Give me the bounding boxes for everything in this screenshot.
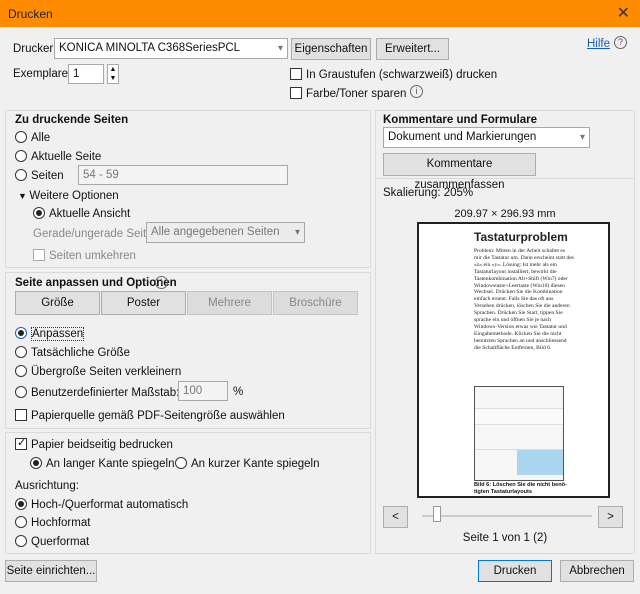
radio-landscape[interactable]: Querformat (15, 535, 89, 548)
landscape-label: Querformat (31, 536, 90, 548)
odd-even-value: Alle angegebenen Seiten (151, 226, 280, 238)
advanced-button[interactable]: Erweitert... (376, 38, 449, 60)
radio-pages-label: Seiten (31, 170, 64, 182)
title-bar (0, 0, 640, 27)
custom-scale-input[interactable]: 100 (178, 381, 228, 401)
more-options-label: Weitere Optionen (29, 190, 119, 202)
grayscale-option[interactable]: In Graustufen (schwarzweiß) drucken (290, 68, 497, 81)
reverse-pages-option[interactable]: Seiten umkehren (33, 249, 136, 262)
duplex-label: Papier beidseitig bedrucken (31, 439, 173, 451)
page-info: Seite 1 von 1 (2) (462, 532, 548, 544)
info-icon[interactable]: i (410, 85, 423, 98)
page-dimensions: 209.97 × 296.93 mm (454, 208, 556, 220)
page-setup-button[interactable]: Seite einrichten... (5, 560, 97, 582)
odd-even-select[interactable]: Alle angegebenen Seiten ▾ (146, 222, 305, 243)
comments-value: Dokument und Markierungen (388, 131, 537, 143)
save-toner-option[interactable]: Farbe/Toner sparen (290, 87, 406, 100)
radio-all-label: Alle (31, 132, 51, 144)
current-view-label: Aktuelle Ansicht (49, 208, 131, 220)
save-toner-checkbox[interactable] (290, 87, 302, 99)
chevron-down-icon: ▾ (277, 43, 283, 54)
fit-heading: Seite anpassen und Optionen (15, 277, 177, 289)
radio-actual-size[interactable]: Tatsächliche Größe (15, 346, 130, 359)
percent-label: % (233, 386, 244, 398)
radio-fit-label: Anpassen (31, 327, 85, 341)
size-button[interactable]: Größe (15, 291, 100, 315)
save-toner-label: Farbe/Toner sparen (306, 88, 407, 100)
radio-auto-orientation[interactable]: Hoch-/Querformat automatisch (15, 498, 188, 511)
preview-caption: Bild 6: Löschen Sie die nicht benö-tigte… (474, 482, 567, 495)
radio-current-label: Aktuelle Seite (31, 151, 102, 163)
odd-even-label: Gerade/ungerade Seiten: (33, 228, 163, 240)
radio-current-page[interactable]: Aktuelle Seite (15, 150, 101, 163)
cancel-button[interactable]: Abbrechen (560, 560, 634, 582)
grayscale-label: In Graustufen (schwarzweiß) drucken (306, 69, 498, 81)
auto-orientation-label: Hoch-/Querformat automatisch (31, 499, 189, 511)
info-icon[interactable]: i (155, 276, 168, 289)
copies-label: Exemplare: (13, 68, 72, 80)
properties-button[interactable]: Eigenschaften (291, 38, 371, 60)
actual-size-label: Tatsächliche Größe (31, 347, 131, 359)
shrink-label: Übergroße Seiten verkleinern (31, 366, 182, 378)
copies-stepper[interactable]: ▲ ▼ (107, 64, 119, 84)
multiple-button[interactable]: Mehrere (187, 291, 272, 315)
triangle-down-icon: ▼ (18, 191, 30, 201)
poster-button[interactable]: Poster (101, 291, 186, 315)
paper-source-option[interactable]: Papierquelle gemäß PDF-Seitengröße auswä… (15, 409, 285, 422)
summarize-comments-button[interactable]: Kommentare zusammenfassen (383, 153, 536, 191)
radio-fit[interactable]: Anpassen (15, 327, 85, 341)
grayscale-checkbox[interactable] (290, 68, 302, 80)
radio-all[interactable]: Alle (15, 131, 50, 144)
next-page-button[interactable]: > (598, 506, 623, 528)
comments-select[interactable]: Dokument und Markierungen ▾ (383, 127, 590, 148)
booklet-button[interactable]: Broschüre (273, 291, 358, 315)
radio-current-view[interactable]: Aktuelle Ansicht (33, 207, 130, 220)
scale-label: Skalierung: 205% (383, 187, 474, 199)
help-icon[interactable]: ? (614, 36, 627, 49)
reverse-pages-label: Seiten umkehren (49, 250, 136, 262)
printer-label: Drucker: (13, 43, 57, 55)
pages-range-input[interactable]: 54 - 59 (78, 165, 288, 185)
preview-figure (474, 386, 564, 481)
print-button[interactable]: Drucken (478, 560, 552, 582)
duplex-option[interactable]: Papier beidseitig bedrucken (15, 436, 173, 451)
page-slider-track[interactable] (422, 515, 592, 517)
pages-heading: Zu druckende Seiten (15, 114, 129, 126)
printer-value: KONICA MINOLTA C368SeriesPCL (59, 42, 241, 54)
preview-text-column: Tastaturproblem Problem: Mitten in der A… (474, 230, 574, 352)
pages-panel (5, 110, 371, 268)
short-edge-label: An kurzer Kante spiegeln (191, 458, 320, 470)
preview-body: Problem: Mitten in der Arbeit schaltet e… (474, 248, 574, 351)
close-icon[interactable]: ✕ (617, 3, 630, 23)
orientation-label: Ausrichtung: (15, 480, 79, 492)
more-options-toggle[interactable]: ▼ Weitere Optionen (18, 190, 119, 202)
long-edge-label: An langer Kante spiegeln (46, 458, 175, 470)
help-link[interactable]: Hilfe (587, 38, 610, 50)
prev-page-button[interactable]: < (383, 506, 408, 528)
chevron-down-icon: ▾ (294, 227, 300, 238)
page-preview: Tastaturproblem Problem: Mitten in der A… (417, 222, 610, 498)
page-slider-thumb[interactable] (433, 506, 441, 522)
comments-heading: Kommentare und Formulare (383, 114, 537, 126)
portrait-label: Hochformat (31, 517, 91, 529)
printer-select[interactable]: KONICA MINOLTA C368SeriesPCL ▾ (54, 38, 288, 59)
radio-pages[interactable]: Seiten (15, 169, 64, 182)
copies-input[interactable]: 1 (68, 64, 104, 84)
custom-scale-label: Benutzerdefinierter Maßstab: (31, 387, 180, 399)
preview-heading: Tastaturproblem (474, 230, 568, 244)
window-title: Drucken (8, 7, 53, 21)
radio-long-edge[interactable]: An langer Kante spiegeln (30, 457, 175, 470)
chevron-down-icon: ▾ (579, 132, 585, 143)
radio-portrait[interactable]: Hochformat (15, 516, 90, 529)
paper-source-label: Papierquelle gemäß PDF-Seitengröße auswä… (31, 410, 285, 422)
radio-short-edge[interactable]: An kurzer Kante spiegeln (175, 457, 320, 470)
radio-shrink[interactable]: Übergroße Seiten verkleinern (15, 365, 181, 378)
radio-custom-scale[interactable]: Benutzerdefinierter Maßstab: (15, 386, 179, 399)
